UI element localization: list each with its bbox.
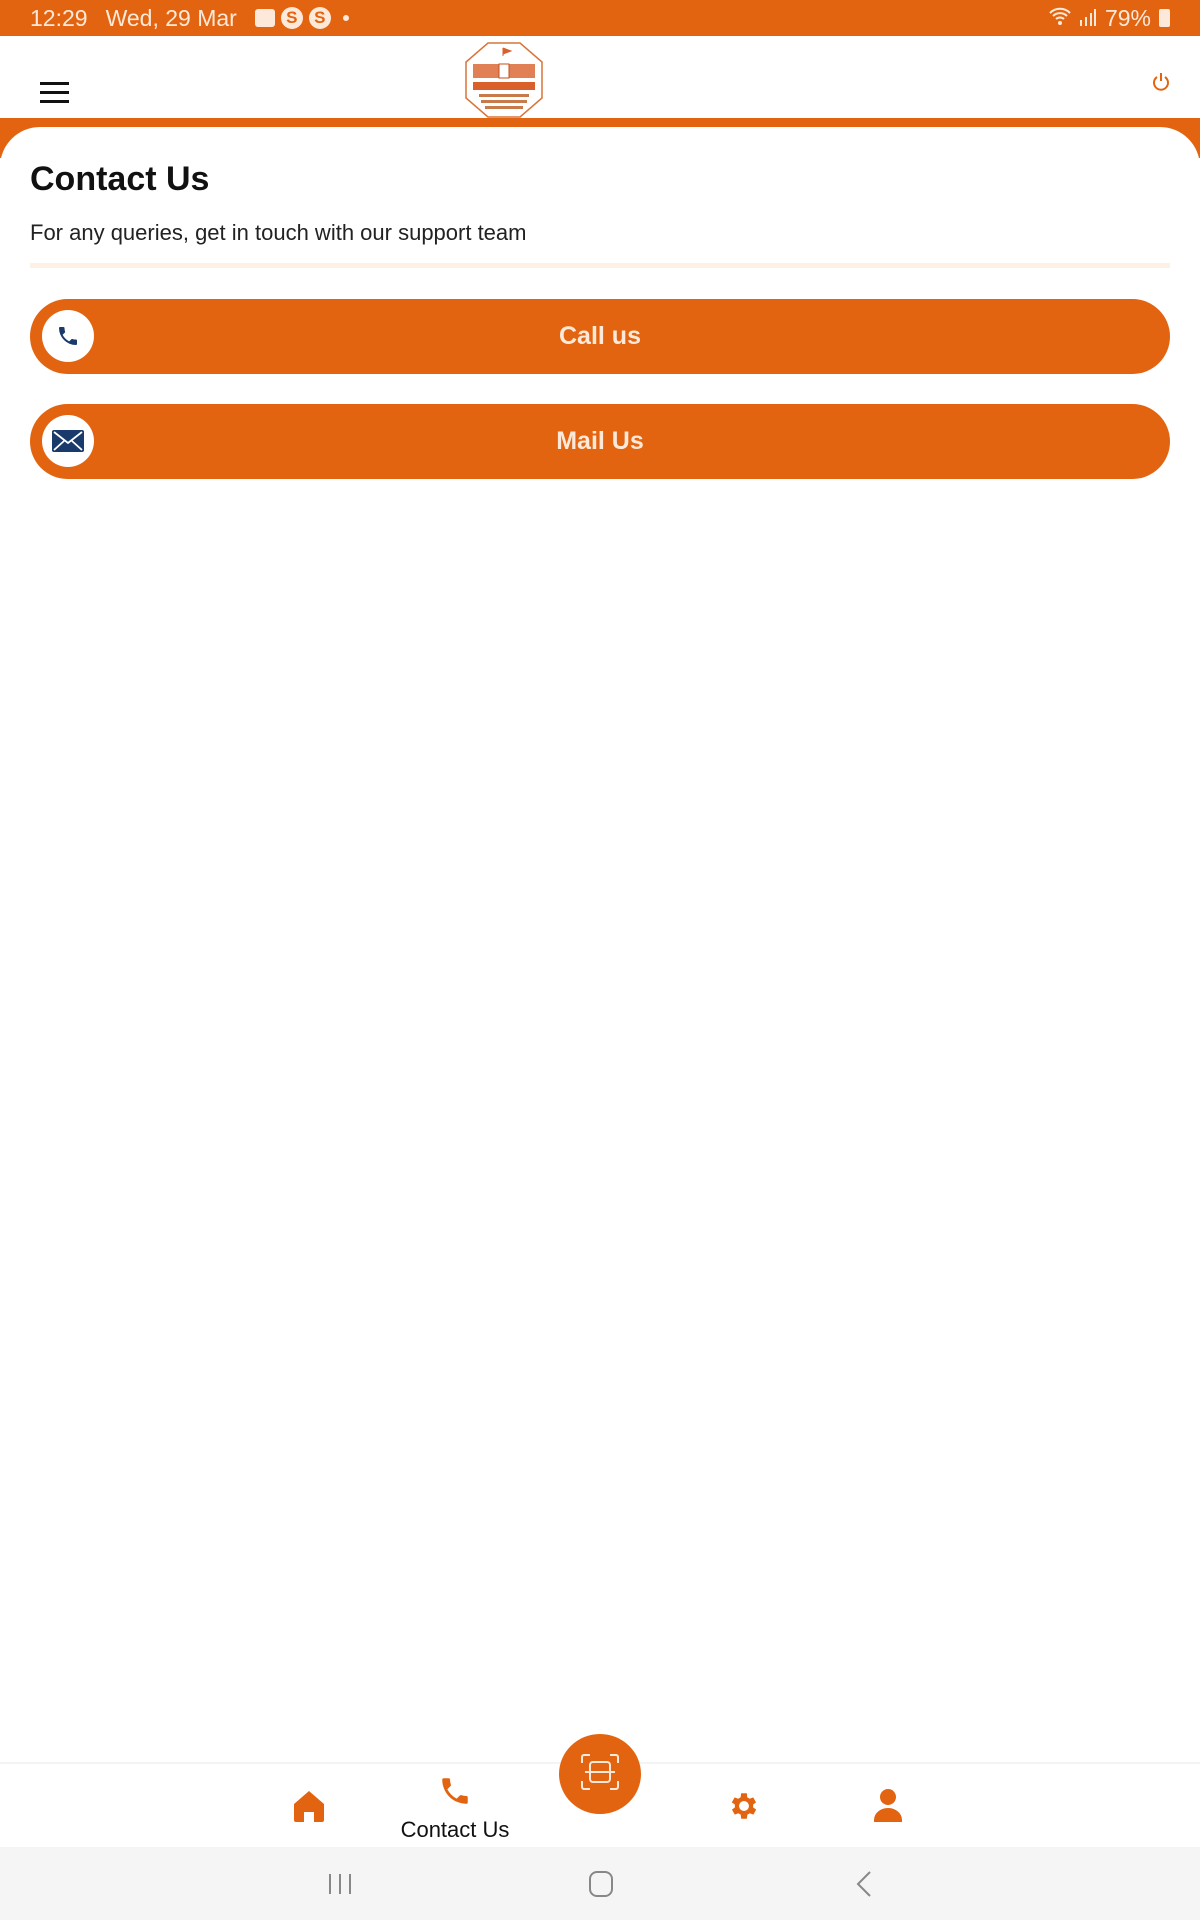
mail-us-label: Mail Us xyxy=(556,427,644,455)
nav-profile[interactable] xyxy=(874,1788,902,1827)
app-header xyxy=(0,36,1200,118)
home-system-icon[interactable] xyxy=(589,1871,613,1902)
phone-icon xyxy=(42,310,94,362)
system-navigation-bar xyxy=(0,1847,1200,1920)
nav-contact-us[interactable]: Contact Us xyxy=(390,1774,520,1843)
call-us-label: Call us xyxy=(559,322,641,350)
battery-charging-icon xyxy=(1159,9,1170,27)
nav-settings[interactable] xyxy=(727,1789,761,1828)
back-icon[interactable] xyxy=(856,1871,872,1902)
nav-home[interactable] xyxy=(292,1790,326,1827)
divider xyxy=(30,263,1170,268)
s-notification-icon: S xyxy=(280,7,303,29)
gallery-notification-icon xyxy=(254,9,275,27)
more-notifications-dot-icon xyxy=(342,15,349,21)
scan-button[interactable] xyxy=(559,1734,641,1814)
signal-icon xyxy=(1079,5,1097,32)
phone-icon xyxy=(438,1774,472,1813)
app-logo xyxy=(463,42,545,118)
wifi-icon xyxy=(1049,5,1071,32)
battery-level: 79% xyxy=(1104,4,1151,31)
page-title: Contact Us xyxy=(30,160,210,198)
hamburger-menu-icon[interactable] xyxy=(40,82,69,109)
home-icon xyxy=(292,1790,326,1827)
gear-icon xyxy=(727,1789,761,1828)
s-notification-icon: S xyxy=(308,7,331,29)
status-bar: 12:29 Wed, 29 Mar S S 79% xyxy=(0,0,1200,36)
power-logout-icon[interactable] xyxy=(1152,72,1170,97)
mail-us-button[interactable]: Mail Us xyxy=(30,404,1170,479)
page-subtitle: For any queries, get in touch with our s… xyxy=(30,220,527,245)
recent-apps-icon[interactable] xyxy=(328,1872,352,1901)
call-us-button[interactable]: Call us xyxy=(30,299,1170,374)
scan-icon xyxy=(581,1753,619,1795)
status-time: 12:29 xyxy=(30,4,88,31)
mail-icon xyxy=(42,415,94,467)
status-date: Wed, 29 Mar xyxy=(105,4,237,31)
nav-contact-us-label: Contact Us xyxy=(400,1817,510,1842)
user-icon xyxy=(874,1788,902,1827)
